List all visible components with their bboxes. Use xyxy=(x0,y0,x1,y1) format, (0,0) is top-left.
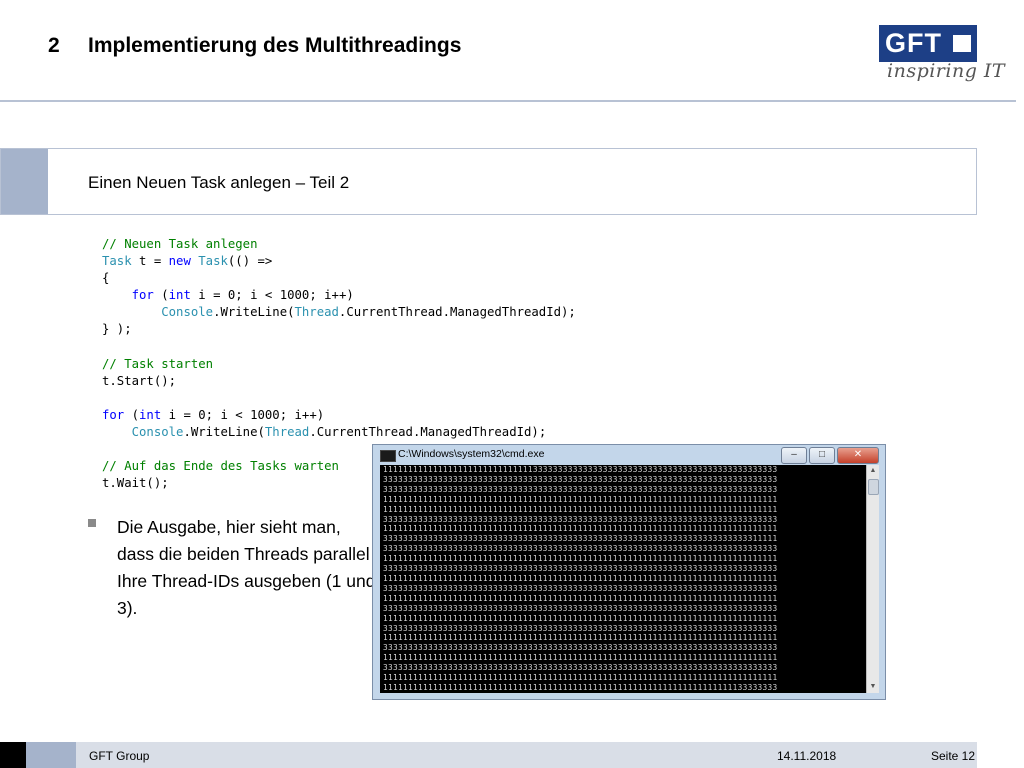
code-token: (() => xyxy=(227,254,273,269)
console-line: 3333333333333333333333333333333333333333… xyxy=(383,583,778,593)
code-token: for xyxy=(131,288,154,303)
code-line: } ); xyxy=(102,321,576,338)
footer-bar: GFT Group 14.11.2018 Seite 12 xyxy=(0,742,977,768)
console-line: 3333333333333333333333333333333333333333… xyxy=(383,564,778,574)
console-line: 3333333333333333333333333333333333333333… xyxy=(383,534,778,544)
console-line: 1111111111111111111111111111111111111111… xyxy=(383,633,778,643)
console-line: 1111111111111111111111111111111111111111… xyxy=(383,573,778,583)
console-line: 3333333333333333333333333333333333333333… xyxy=(383,663,778,673)
gft-logo: GFT xyxy=(879,25,977,62)
cmd-console-output: 1111111111111111111111111111113333333333… xyxy=(380,465,866,693)
cmd-window-title: C:\Windows\system32\cmd.exe xyxy=(398,448,545,460)
code-token: i = 0; i < 1000; i++) xyxy=(161,407,325,422)
code-line: Console.WriteLine(Thread.CurrentThread.M… xyxy=(102,424,576,441)
code-token: { xyxy=(102,271,110,286)
scroll-down-icon[interactable]: ▼ xyxy=(867,681,879,693)
code-token: int xyxy=(139,407,162,422)
console-line: 3333333333333333333333333333333333333333… xyxy=(383,603,778,613)
console-line: 3333333333333333333333333333333333333333… xyxy=(383,514,778,524)
cmd-icon xyxy=(380,450,396,462)
code-token: Task xyxy=(102,254,132,269)
scroll-up-icon[interactable]: ▲ xyxy=(867,465,879,477)
console-line: 1111111111111111111111111111111111111111… xyxy=(383,494,778,504)
window-controls: – □ ✕ xyxy=(781,447,879,464)
console-line: 1111111111111111111111111111111111111111… xyxy=(383,504,778,514)
footer-company: GFT Group xyxy=(89,749,150,763)
code-token: .WriteLine( xyxy=(183,425,265,440)
code-token: int xyxy=(168,288,191,303)
console-line: 1111111111111111111111111111111111111111… xyxy=(383,593,778,603)
console-line: 1111111111111111111111111111111111111111… xyxy=(383,554,778,564)
code-token: Thread xyxy=(264,425,310,440)
code-line: // Task starten xyxy=(102,356,576,373)
code-token: t.Start(); xyxy=(102,373,177,388)
minimize-button[interactable]: – xyxy=(781,447,807,464)
console-line: 1111111111111111111111111111111111111111… xyxy=(383,653,778,663)
code-line: for (int i = 0; i < 1000; i++) xyxy=(102,407,576,424)
code-line: Console.WriteLine(Thread.CurrentThread.M… xyxy=(102,304,576,321)
console-line: 3333333333333333333333333333333333333333… xyxy=(383,544,778,554)
footer-black-block xyxy=(0,742,26,768)
footer-accent-block xyxy=(26,742,76,768)
console-line: 3333333333333333333333333333333333333333… xyxy=(383,484,778,494)
console-line: 1111111111111111111111111111111111111111… xyxy=(383,524,778,534)
cmd-window[interactable]: C:\Windows\system32\cmd.exe – □ ✕ 111111… xyxy=(372,444,886,700)
code-token: new xyxy=(168,254,191,269)
bullet-icon xyxy=(88,519,96,527)
scroll-thumb[interactable] xyxy=(868,479,879,495)
code-token: // Neuen Task anlegen xyxy=(102,237,258,251)
code-token: ( xyxy=(124,407,140,422)
logo-tagline: inspiring IT xyxy=(887,60,1006,82)
console-line: 3333333333333333333333333333333333333333… xyxy=(383,643,778,653)
console-line: 1111111111111111111111111111111111111111… xyxy=(383,613,778,623)
page-title: Implementierung des Multithreadings xyxy=(88,34,462,57)
logo-text: GFT xyxy=(885,28,942,58)
code-token: Console xyxy=(161,305,214,320)
code-token: // Auf das Ende des Tasks warten xyxy=(102,459,339,474)
code-token: // Task starten xyxy=(102,356,214,371)
code-token: .WriteLine( xyxy=(213,305,295,320)
logo-square-icon xyxy=(953,35,971,52)
footer-date: 14.11.2018 xyxy=(777,749,837,763)
code-line: { xyxy=(102,270,576,287)
code-token: Thread xyxy=(294,305,339,320)
console-line: 3333333333333333333333333333333333333333… xyxy=(383,474,778,484)
section-number: 2 xyxy=(48,34,60,57)
footer-page-number: Seite 12 xyxy=(931,749,976,763)
slide-subtitle: Einen Neuen Task anlegen – Teil 2 xyxy=(88,173,350,192)
subtitle-bar: Einen Neuen Task anlegen – Teil 2 xyxy=(0,148,977,215)
console-line: 1111111111111111111111111111111111111111… xyxy=(383,682,778,692)
code-token: .CurrentThread.ManagedThreadId); xyxy=(309,425,547,440)
code-line: // Neuen Task anlegen xyxy=(102,236,576,253)
bullet-text: Die Ausgabe, hier sieht man, dass die be… xyxy=(117,517,376,618)
subtitle-accent xyxy=(1,149,48,214)
cmd-scrollbar[interactable]: ▲ ▼ xyxy=(866,465,879,693)
maximize-button[interactable]: □ xyxy=(809,447,835,464)
code-token: t.Wait(); xyxy=(102,476,169,491)
code-token: for xyxy=(102,407,125,422)
code-token: Task xyxy=(198,254,228,269)
console-line: 3333333333333333333333333333333333333333… xyxy=(383,623,778,633)
code-token: i = 0; i < 1000; i++) xyxy=(190,288,354,303)
console-line: 1111111111111111111111111111113333333333… xyxy=(383,465,778,474)
title-divider xyxy=(0,100,1016,102)
code-token: t = xyxy=(131,254,169,269)
code-token: } ); xyxy=(102,322,132,337)
code-line: t.Start(); xyxy=(102,373,576,390)
code-line: Task t = new Task(() => xyxy=(102,253,576,270)
console-line: 1111111111111111111111111111111111111111… xyxy=(383,673,778,683)
close-button[interactable]: ✕ xyxy=(837,447,879,464)
code-token: ( xyxy=(153,288,169,303)
code-token: .CurrentThread.ManagedThreadId); xyxy=(338,305,576,320)
code-token: Console xyxy=(131,425,184,440)
code-line: for (int i = 0; i < 1000; i++) xyxy=(102,287,576,304)
